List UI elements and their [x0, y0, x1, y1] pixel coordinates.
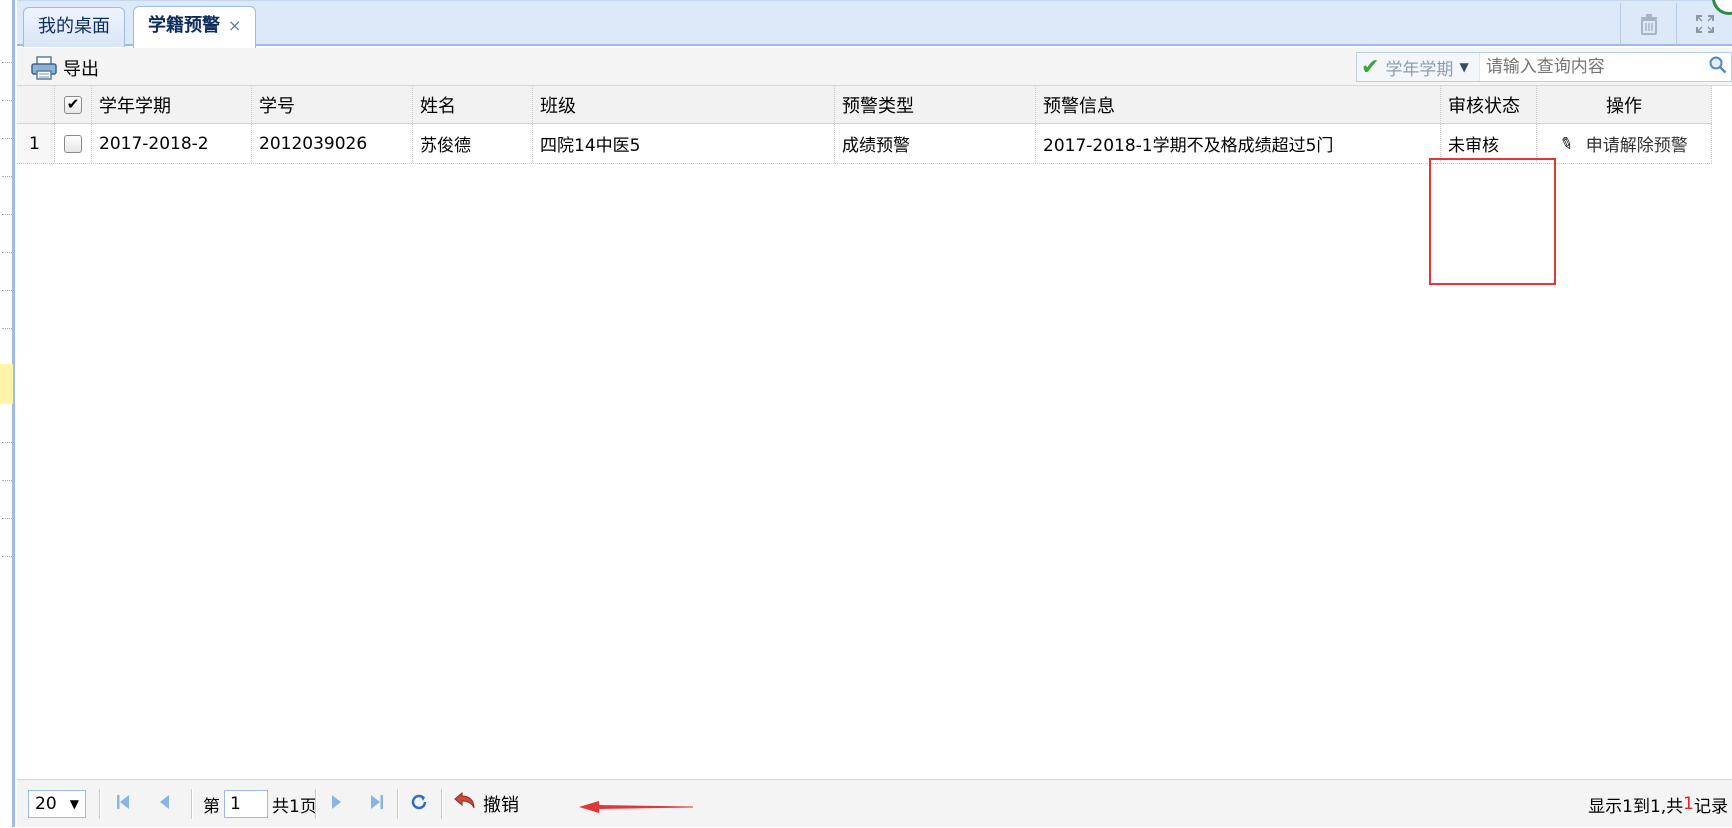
export-label: 导出 — [63, 59, 99, 80]
export-button[interactable]: 导出 — [31, 54, 99, 82]
app-window: 我的桌面 学籍预警 × 导出 ✔ 学年学期 ▼ 请输入查询内容 ✔ 学年学期 学… — [0, 0, 1732, 827]
highlight-annotation-box — [1429, 158, 1556, 285]
last-page-icon — [369, 792, 385, 816]
page-size-select-wrap: 20 ▼ — [28, 780, 86, 828]
column-header-term[interactable]: 学年学期 — [92, 86, 252, 123]
refresh-button[interactable] — [410, 780, 428, 828]
pagination-bar: 20 ▼ 第 1 共1页 撤销 显示1到1,共 1 记录 — [17, 779, 1732, 827]
tab-tools — [1620, 3, 1732, 45]
tab-academic-warning-label: 学籍预警 — [148, 15, 220, 36]
search-icon[interactable] — [1705, 55, 1731, 79]
record-info-prefix: 显示1到1,共 — [1588, 796, 1684, 817]
cell-student-id: 2012039026 — [252, 124, 413, 163]
prev-page-icon — [157, 792, 171, 816]
record-info-suffix: 记录 — [1694, 796, 1728, 817]
cell-name: 苏俊德 — [413, 124, 533, 163]
record-count: 1 — [1683, 794, 1694, 814]
page-jump: 第 1 共1页 — [203, 780, 317, 828]
row-select-cell — [55, 124, 92, 163]
search-input[interactable] — [1479, 53, 1705, 81]
side-panel-edge — [0, 0, 15, 827]
page-prefix: 第 — [203, 796, 220, 817]
cell-warning-type: 成绩预警 — [835, 124, 1036, 163]
select-all-cell: ✔ — [55, 86, 92, 123]
cell-class: 四院14中医5 — [533, 124, 835, 163]
undo-label: 撤销 — [483, 795, 519, 816]
column-header-student-id[interactable]: 学号 — [252, 86, 413, 123]
page-size-value: 20 — [35, 794, 57, 814]
search-field-select[interactable]: ✔ 学年学期 ▼ — [1357, 53, 1480, 81]
cell-term: 2017-2018-2 — [92, 124, 252, 163]
next-page-icon — [330, 792, 344, 816]
cell-action: ✎ 申请解除预警 — [1537, 124, 1712, 163]
last-page-button[interactable] — [369, 780, 385, 828]
checkmark-icon: ✔ — [1361, 54, 1380, 80]
next-page-button[interactable] — [330, 780, 344, 828]
chevron-down-icon: ▼ — [1459, 60, 1469, 74]
column-header-review-status[interactable]: 审核状态 — [1441, 86, 1537, 123]
row-number: 1 — [17, 124, 55, 163]
chevron-down-icon: ▼ — [69, 797, 79, 811]
grid-header: ✔ 学年学期 学号 姓名 班级 预警类型 预警信息 审核状态 操作 — [17, 86, 1712, 124]
data-grid: ✔ 学年学期 学号 姓名 班级 预警类型 预警信息 审核状态 操作 1 2017… — [17, 86, 1732, 779]
tab-desktop[interactable]: 我的桌面 — [23, 7, 125, 47]
printer-icon — [31, 56, 57, 80]
record-info: 显示1到1,共 1 记录 — [1588, 780, 1728, 828]
search-box: ✔ 学年学期 ▼ — [1356, 52, 1732, 82]
rownum-header — [17, 86, 55, 123]
total-pages-text: 共1页 — [272, 796, 317, 817]
column-header-action: 操作 — [1537, 86, 1712, 123]
column-header-warning-type[interactable]: 预警类型 — [835, 86, 1036, 123]
trash-icon[interactable] — [1620, 3, 1676, 45]
tab-desktop-label: 我的桌面 — [38, 16, 110, 37]
page-size-select[interactable]: 20 ▼ — [28, 790, 86, 818]
annotation-arrow — [579, 801, 693, 813]
column-header-warning-info[interactable]: 预警信息 — [1036, 86, 1441, 123]
column-header-class[interactable]: 班级 — [533, 86, 835, 123]
row-checkbox[interactable] — [64, 134, 82, 153]
page-number-input[interactable]: 1 — [224, 790, 268, 818]
tab-academic-warning[interactable]: 学籍预警 × — [133, 6, 257, 48]
side-panel-selected-marker — [0, 364, 13, 404]
select-all-checkbox[interactable]: ✔ — [64, 95, 82, 114]
refresh-icon — [410, 792, 428, 817]
cell-review-status: 未审核 — [1441, 124, 1537, 163]
search-field-label: 学年学期 — [1385, 59, 1454, 80]
toolbar: 导出 ✔ 学年学期 ▼ — [17, 48, 1732, 86]
first-page-button[interactable] — [115, 780, 131, 828]
revoke-warning-link[interactable]: 申请解除预警 — [1586, 131, 1688, 156]
tab-bar: 我的桌面 学籍预警 × — [17, 0, 1732, 48]
table-row[interactable]: 1 2017-2018-2 2012039026 苏俊德 四院14中医5 成绩预… — [17, 124, 1712, 164]
cell-warning-info: 2017-2018-1学期不及格成绩超过5门 — [1036, 124, 1441, 163]
tab-close-icon[interactable]: × — [228, 16, 241, 35]
prev-page-button[interactable] — [157, 780, 171, 828]
edit-pen-icon: ✎ — [1557, 132, 1577, 155]
undo-icon — [453, 790, 477, 818]
column-header-name[interactable]: 姓名 — [413, 86, 533, 123]
undo-button[interactable]: 撤销 — [453, 780, 519, 828]
first-page-icon — [115, 792, 131, 816]
